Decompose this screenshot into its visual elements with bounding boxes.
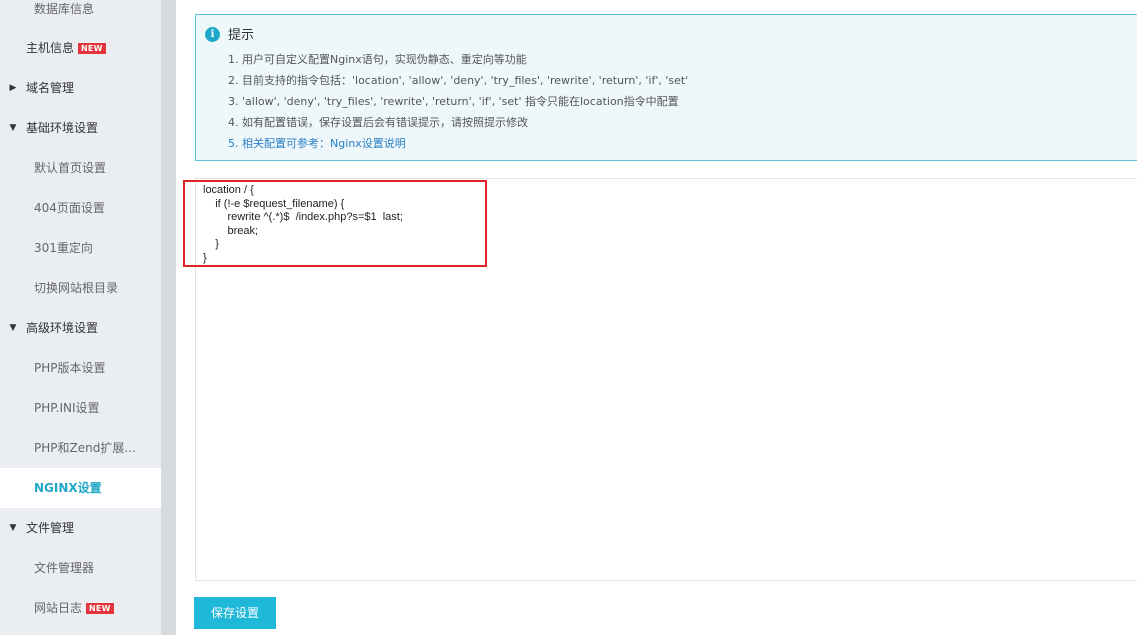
sidebar: 数据库信息 主机信息 NEW ▶ 域名管理 ▼ 基础环境设置 默认首页设置 404… bbox=[0, 0, 161, 635]
new-badge: NEW bbox=[86, 603, 114, 614]
sidebar-item-label: NGINX设置 bbox=[34, 481, 102, 495]
sidebar-item-404[interactable]: 404页面设置 bbox=[0, 188, 161, 228]
sidebar-item-label: 切换网站根目录 bbox=[34, 281, 119, 295]
sidebar-item-label: 主机信息 bbox=[26, 41, 75, 55]
sidebar-item-label: 基础环境设置 bbox=[26, 121, 99, 135]
sidebar-item-label: 高级环境设置 bbox=[26, 321, 99, 335]
tip-line-3: 3. 'allow', 'deny', 'try_files', 'rewrit… bbox=[228, 95, 679, 108]
sidebar-item-default-index[interactable]: 默认首页设置 bbox=[0, 148, 161, 188]
sidebar-item-host-info[interactable]: 主机信息 NEW bbox=[0, 28, 161, 68]
sidebar-item-label: 文件管理 bbox=[26, 521, 75, 535]
sidebar-item-label: 网站日志 bbox=[34, 601, 83, 615]
new-badge: NEW bbox=[78, 43, 106, 54]
sidebar-group-file-mgmt[interactable]: ▼ 文件管理 bbox=[0, 508, 161, 548]
sidebar-item-label: PHP和Zend扩展... bbox=[34, 441, 136, 455]
sidebar-item-label: PHP.INI设置 bbox=[34, 401, 100, 415]
tip-line-5: 5. 相关配置可参考：Nginx设置说明 bbox=[228, 135, 406, 151]
nginx-config-editor[interactable]: location / { if (!-e $request_filename) … bbox=[195, 178, 1137, 581]
sidebar-item-label: 404页面设置 bbox=[34, 201, 105, 215]
sidebar-item-php-version[interactable]: PHP版本设置 bbox=[0, 348, 161, 388]
sidebar-item-nginx[interactable]: NGINX设置 bbox=[0, 468, 161, 508]
sidebar-item-php-zend[interactable]: PHP和Zend扩展... bbox=[0, 428, 161, 468]
tip-line-4: 4. 如有配置错误，保存设置后会有错误提示，请按照提示修改 bbox=[228, 116, 528, 129]
tip-line-1: 1. 用户可自定义配置Nginx语句，实现伪静态、重定向等功能 bbox=[228, 53, 527, 66]
sidebar-item-301[interactable]: 301重定向 bbox=[0, 228, 161, 268]
caret-down-icon: ▼ bbox=[9, 523, 17, 533]
sidebar-item-label: 数据库信息 bbox=[34, 2, 95, 16]
sidebar-item-label: 域名管理 bbox=[26, 81, 75, 95]
caret-down-icon: ▼ bbox=[9, 123, 17, 133]
save-settings-button[interactable]: 保存设置 bbox=[194, 597, 276, 629]
sidebar-item-file-manager[interactable]: 文件管理器 bbox=[0, 548, 161, 588]
sidebar-item-switch-root[interactable]: 切换网站根目录 bbox=[0, 268, 161, 308]
sidebar-group-advanced-env[interactable]: ▼ 高级环境设置 bbox=[0, 308, 161, 348]
sidebar-group-domain[interactable]: ▶ 域名管理 bbox=[0, 68, 161, 108]
sidebar-item-db-info[interactable]: 数据库信息 bbox=[0, 0, 161, 29]
caret-right-icon: ▶ bbox=[9, 83, 17, 93]
sidebar-item-label: PHP版本设置 bbox=[34, 361, 106, 375]
nginx-doc-link[interactable]: Nginx设置说明 bbox=[330, 137, 406, 150]
tip-line-5-prefix: 5. 相关配置可参考： bbox=[228, 137, 330, 150]
sidebar-item-label: 默认首页设置 bbox=[34, 161, 107, 175]
sidebar-gutter bbox=[161, 0, 176, 635]
sidebar-item-label: 文件管理器 bbox=[34, 561, 95, 575]
nginx-config-code[interactable]: location / { if (!-e $request_filename) … bbox=[203, 184, 403, 265]
tip-box: i 提示 1. 用户可自定义配置Nginx语句，实现伪静态、重定向等功能 2. … bbox=[195, 14, 1137, 161]
tip-title: 提示 bbox=[228, 28, 255, 43]
info-icon: i bbox=[205, 27, 220, 42]
sidebar-item-php-ini[interactable]: PHP.INI设置 bbox=[0, 388, 161, 428]
sidebar-item-label: 301重定向 bbox=[34, 241, 93, 255]
caret-down-icon: ▼ bbox=[9, 323, 17, 333]
tip-line-2: 2. 目前支持的指令包括：'location', 'allow', 'deny'… bbox=[228, 74, 689, 87]
sidebar-item-site-log[interactable]: 网站日志 NEW bbox=[0, 588, 161, 628]
sidebar-group-basic-env[interactable]: ▼ 基础环境设置 bbox=[0, 108, 161, 148]
